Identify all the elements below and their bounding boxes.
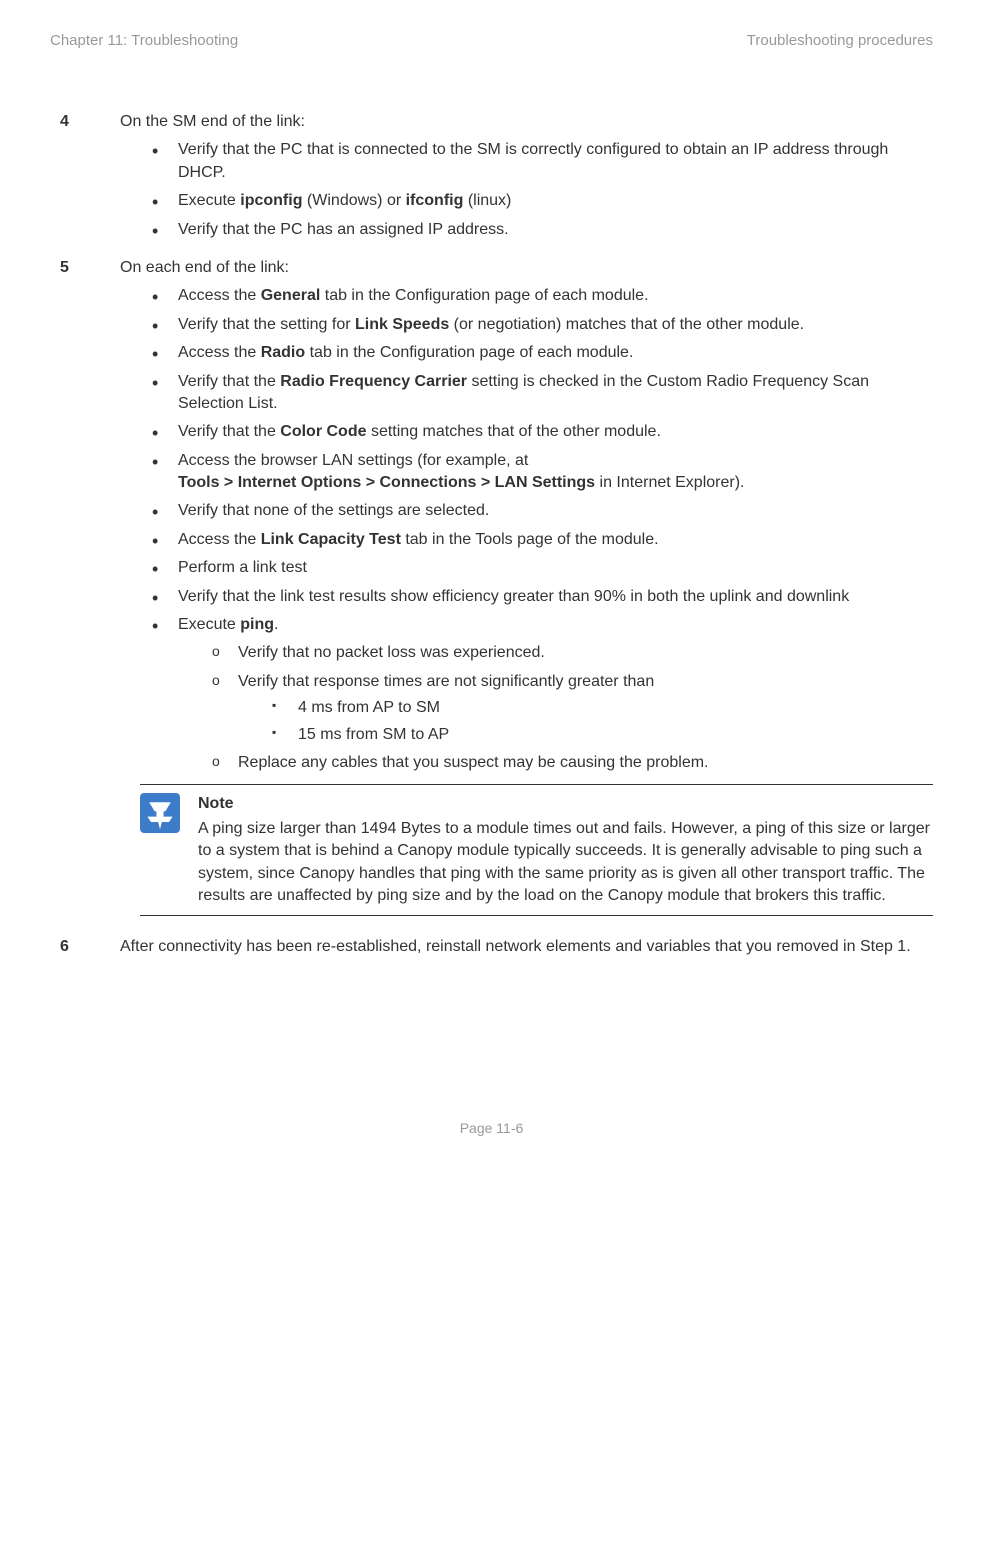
- main-content: 4 On the SM end of the link: Verify that…: [60, 111, 933, 959]
- note-title: Note: [198, 793, 933, 815]
- step-number: 6: [60, 936, 120, 958]
- step-number: 5: [60, 257, 120, 926]
- sub-sub-list: 4 ms from AP to SM 15 ms from SM to AP: [238, 697, 933, 746]
- pushpin-icon: [140, 793, 180, 833]
- list-item: Verify that the Color Code setting match…: [160, 421, 933, 443]
- step-4: 4 On the SM end of the link: Verify that…: [60, 111, 933, 247]
- list-item: Execute ping. Verify that no packet loss…: [160, 614, 933, 774]
- bullet-list: Verify that the PC that is connected to …: [120, 139, 933, 241]
- list-item: 15 ms from SM to AP: [280, 724, 933, 746]
- list-item: Replace any cables that you suspect may …: [220, 752, 933, 774]
- list-item: Access the Link Capacity Test tab in the…: [160, 529, 933, 551]
- step-6: 6 After connectivity has been re-establi…: [60, 936, 933, 958]
- list-item: 4 ms from AP to SM: [280, 697, 933, 719]
- list-item: Verify that the link test results show e…: [160, 586, 933, 608]
- note-content: Note A ping size larger than 1494 Bytes …: [198, 793, 933, 907]
- sub-list: Verify that no packet loss was experienc…: [178, 642, 933, 774]
- list-item: Verify that the setting for Link Speeds …: [160, 314, 933, 336]
- list-item: Execute ipconfig (Windows) or ifconfig (…: [160, 190, 933, 212]
- list-item: Perform a link test: [160, 557, 933, 579]
- list-item: Verify that the Radio Frequency Carrier …: [160, 371, 933, 416]
- page-header: Chapter 11: Troubleshooting Troubleshoot…: [50, 30, 933, 51]
- note-body: A ping size larger than 1494 Bytes to a …: [198, 818, 933, 908]
- step-number: 4: [60, 111, 120, 247]
- step-body: On each end of the link: Access the Gene…: [120, 257, 933, 926]
- step-title: On the SM end of the link:: [120, 111, 933, 133]
- list-item: Access the General tab in the Configurat…: [160, 285, 933, 307]
- header-right: Troubleshooting procedures: [747, 30, 933, 51]
- list-item: Verify that no packet loss was experienc…: [220, 642, 933, 664]
- step-title: On each end of the link:: [120, 257, 933, 279]
- step-body: After connectivity has been re-establish…: [120, 936, 933, 958]
- list-item: Access the browser LAN settings (for exa…: [160, 450, 933, 495]
- page-footer: Page 11-6: [50, 1119, 933, 1139]
- list-item: Verify that none of the settings are sel…: [160, 500, 933, 522]
- step-5: 5 On each end of the link: Access the Ge…: [60, 257, 933, 926]
- list-item: Verify that response times are not signi…: [220, 671, 933, 746]
- note-box: Note A ping size larger than 1494 Bytes …: [140, 784, 933, 916]
- list-item: Access the Radio tab in the Configuratio…: [160, 342, 933, 364]
- bullet-list: Access the General tab in the Configurat…: [120, 285, 933, 774]
- step-body: On the SM end of the link: Verify that t…: [120, 111, 933, 247]
- header-left: Chapter 11: Troubleshooting: [50, 30, 238, 51]
- list-item: Verify that the PC that is connected to …: [160, 139, 933, 184]
- list-item: Verify that the PC has an assigned IP ad…: [160, 219, 933, 241]
